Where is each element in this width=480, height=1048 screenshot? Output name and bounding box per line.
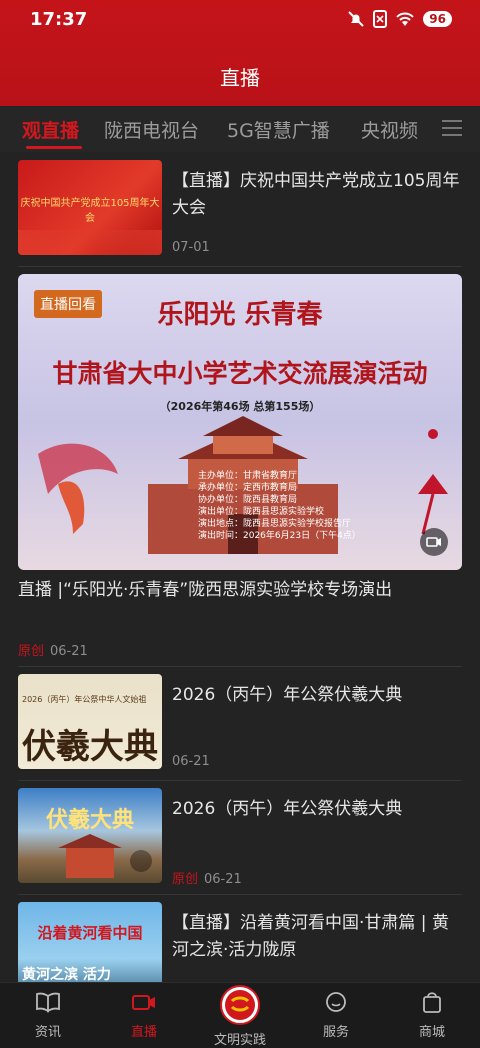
video-camera-icon [132, 995, 155, 1010]
info-line: 演出时间：2026年6月23日（下午4点） [198, 531, 361, 541]
thumbnail-text: 伏羲大典 [22, 727, 158, 767]
video-icon [420, 528, 448, 556]
divider [18, 666, 462, 667]
item-meta: 原创 06-21 [172, 868, 242, 887]
item-title: 2026（丙午）年公祭伏羲大典 [172, 799, 403, 819]
list-item[interactable]: 沿着黄河看中国 黄河之滨 活力 【直播】沿着黄河看中国·甘肃篇 | 黄河之滨·活… [18, 902, 462, 982]
channel-tabs: 观直播 陇西电视台 5G智慧广播 央视频 [0, 106, 480, 152]
nav-mall[interactable]: 商城 [392, 991, 472, 1040]
temple-illustration [58, 834, 122, 878]
nav-news[interactable]: 资讯 [8, 991, 88, 1040]
nav-label: 直播 [130, 1025, 157, 1040]
civilization-logo-icon [220, 985, 260, 1025]
nav-civilization[interactable]: 文明实践 [200, 985, 280, 1048]
info-line: 演出单位：陇西县思源实验学校 [198, 507, 325, 517]
tab-underline [26, 146, 82, 149]
list-item[interactable]: 庆祝中国共产党成立105周年大会 【直播】庆祝中国共产党成立105周年大会 07… [18, 160, 462, 260]
item-thumbnail: 2026（丙午）年公祭中华人文始祖 伏羲大典 [18, 674, 162, 769]
banner-meta: 原创 06-21 [18, 640, 88, 659]
bottom-nav: 资讯 直播 文明实践 服务 商城 [0, 982, 480, 1048]
nav-service[interactable]: 服务 [296, 991, 376, 1040]
item-thumbnail: 庆祝中国共产党成立105周年大会 [18, 160, 162, 255]
banner-line3: （2026年第46场 总第155场） [159, 400, 321, 413]
item-date: 07-01 [172, 240, 210, 255]
status-icons: 96 [347, 10, 452, 28]
featured-banner[interactable]: 乐阳光 乐青春 甘肃省大中小学艺术交流展演活动 （2026年第46场 总第155… [18, 274, 462, 570]
origin-tag: 原创 [18, 644, 45, 659]
no-sim-icon [373, 10, 388, 28]
divider [18, 894, 462, 895]
nav-label: 文明实践 [213, 1033, 266, 1048]
app: 17:37 96 直播 观直播 陇西电视台 5G智慧广播 央视频 庆祝中国共产党… [0, 0, 480, 1048]
mute-icon [348, 11, 365, 27]
tab-5g-radio[interactable]: 5G智慧广播 [227, 116, 330, 143]
shopping-bag-icon [423, 992, 441, 1013]
status-bar: 17:37 96 [0, 0, 480, 40]
wifi-icon [396, 12, 415, 26]
list-item[interactable]: 2026（丙午）年公祭中华人文始祖 伏羲大典 2026（丙午）年公祭伏羲大典 0… [18, 674, 462, 774]
tab-cctv-video[interactable]: 央视频 [361, 116, 418, 143]
item-thumbnail: 伏羲大典 [18, 788, 162, 883]
info-line: 承办单位：定西市教育局 [198, 483, 298, 493]
item-date: 06-21 [204, 872, 242, 887]
menu-icon[interactable] [442, 120, 462, 138]
item-title: 【直播】庆祝中国共产党成立105周年大会 [172, 171, 460, 218]
book-icon [36, 992, 60, 1013]
divider [18, 780, 462, 781]
divider [18, 266, 462, 267]
nav-live[interactable]: 直播 [104, 991, 184, 1040]
thumbnail-text: 伏羲大典 [45, 808, 134, 833]
battery-level: 96 [423, 11, 452, 27]
replay-badge: 直播回看 [34, 290, 102, 318]
tab-longxi-tv[interactable]: 陇西电视台 [104, 116, 199, 143]
smile-icon [326, 992, 346, 1012]
banner-title[interactable]: 直播 |“乐阳光·乐青春”陇西思源实验学校专场演出 [18, 576, 462, 604]
thumbnail-text: 庆祝中国共产党成立105周年大会 [20, 198, 160, 224]
nav-label: 商城 [418, 1025, 445, 1040]
item-thumbnail: 沿着黄河看中国 黄河之滨 活力 [18, 902, 162, 982]
thumbnail-subtext: 黄河之滨 活力 [22, 967, 111, 982]
banner-line2: 甘肃省大中小学艺术交流展演活动 [52, 359, 428, 388]
header: 17:37 96 直播 [0, 0, 480, 108]
status-time: 17:37 [30, 9, 88, 30]
dancer-left-illustration [38, 443, 118, 534]
video-icon [130, 850, 152, 872]
thumbnail-subtext: 2026（丙午）年公祭中华人文始祖 [22, 695, 147, 704]
info-line: 主办单位：甘肃省教育厅 [198, 471, 298, 481]
thumbnail-text: 沿着黄河看中国 [37, 924, 143, 942]
nav-label: 资讯 [34, 1025, 61, 1040]
item-title: 2026（丙午）年公祭伏羲大典 [172, 685, 403, 705]
banner-date: 06-21 [50, 644, 88, 659]
info-line: 协办单位：陇西县教育局 [198, 495, 298, 505]
list-item[interactable]: 伏羲大典 2026（丙午）年公祭伏羲大典 原创 06-21 [18, 788, 462, 888]
info-line: 演出地点：陇西县思源实验学校报告厅 [198, 519, 352, 529]
nav-label: 服务 [322, 1025, 349, 1040]
page-title: 直播 [220, 66, 260, 90]
tab-watch-live[interactable]: 观直播 [22, 116, 79, 143]
banner-info: 主办单位：甘肃省教育厅 承办单位：定西市教育局 协办单位：陇西县教育局 演出单位… [198, 470, 361, 542]
dancer-right-illustration [418, 429, 448, 535]
item-title: 【直播】沿着黄河看中国·甘肃篇 | 黄河之滨·活力陇原 [172, 913, 449, 960]
origin-tag: 原创 [172, 872, 199, 887]
item-date: 06-21 [172, 754, 210, 769]
